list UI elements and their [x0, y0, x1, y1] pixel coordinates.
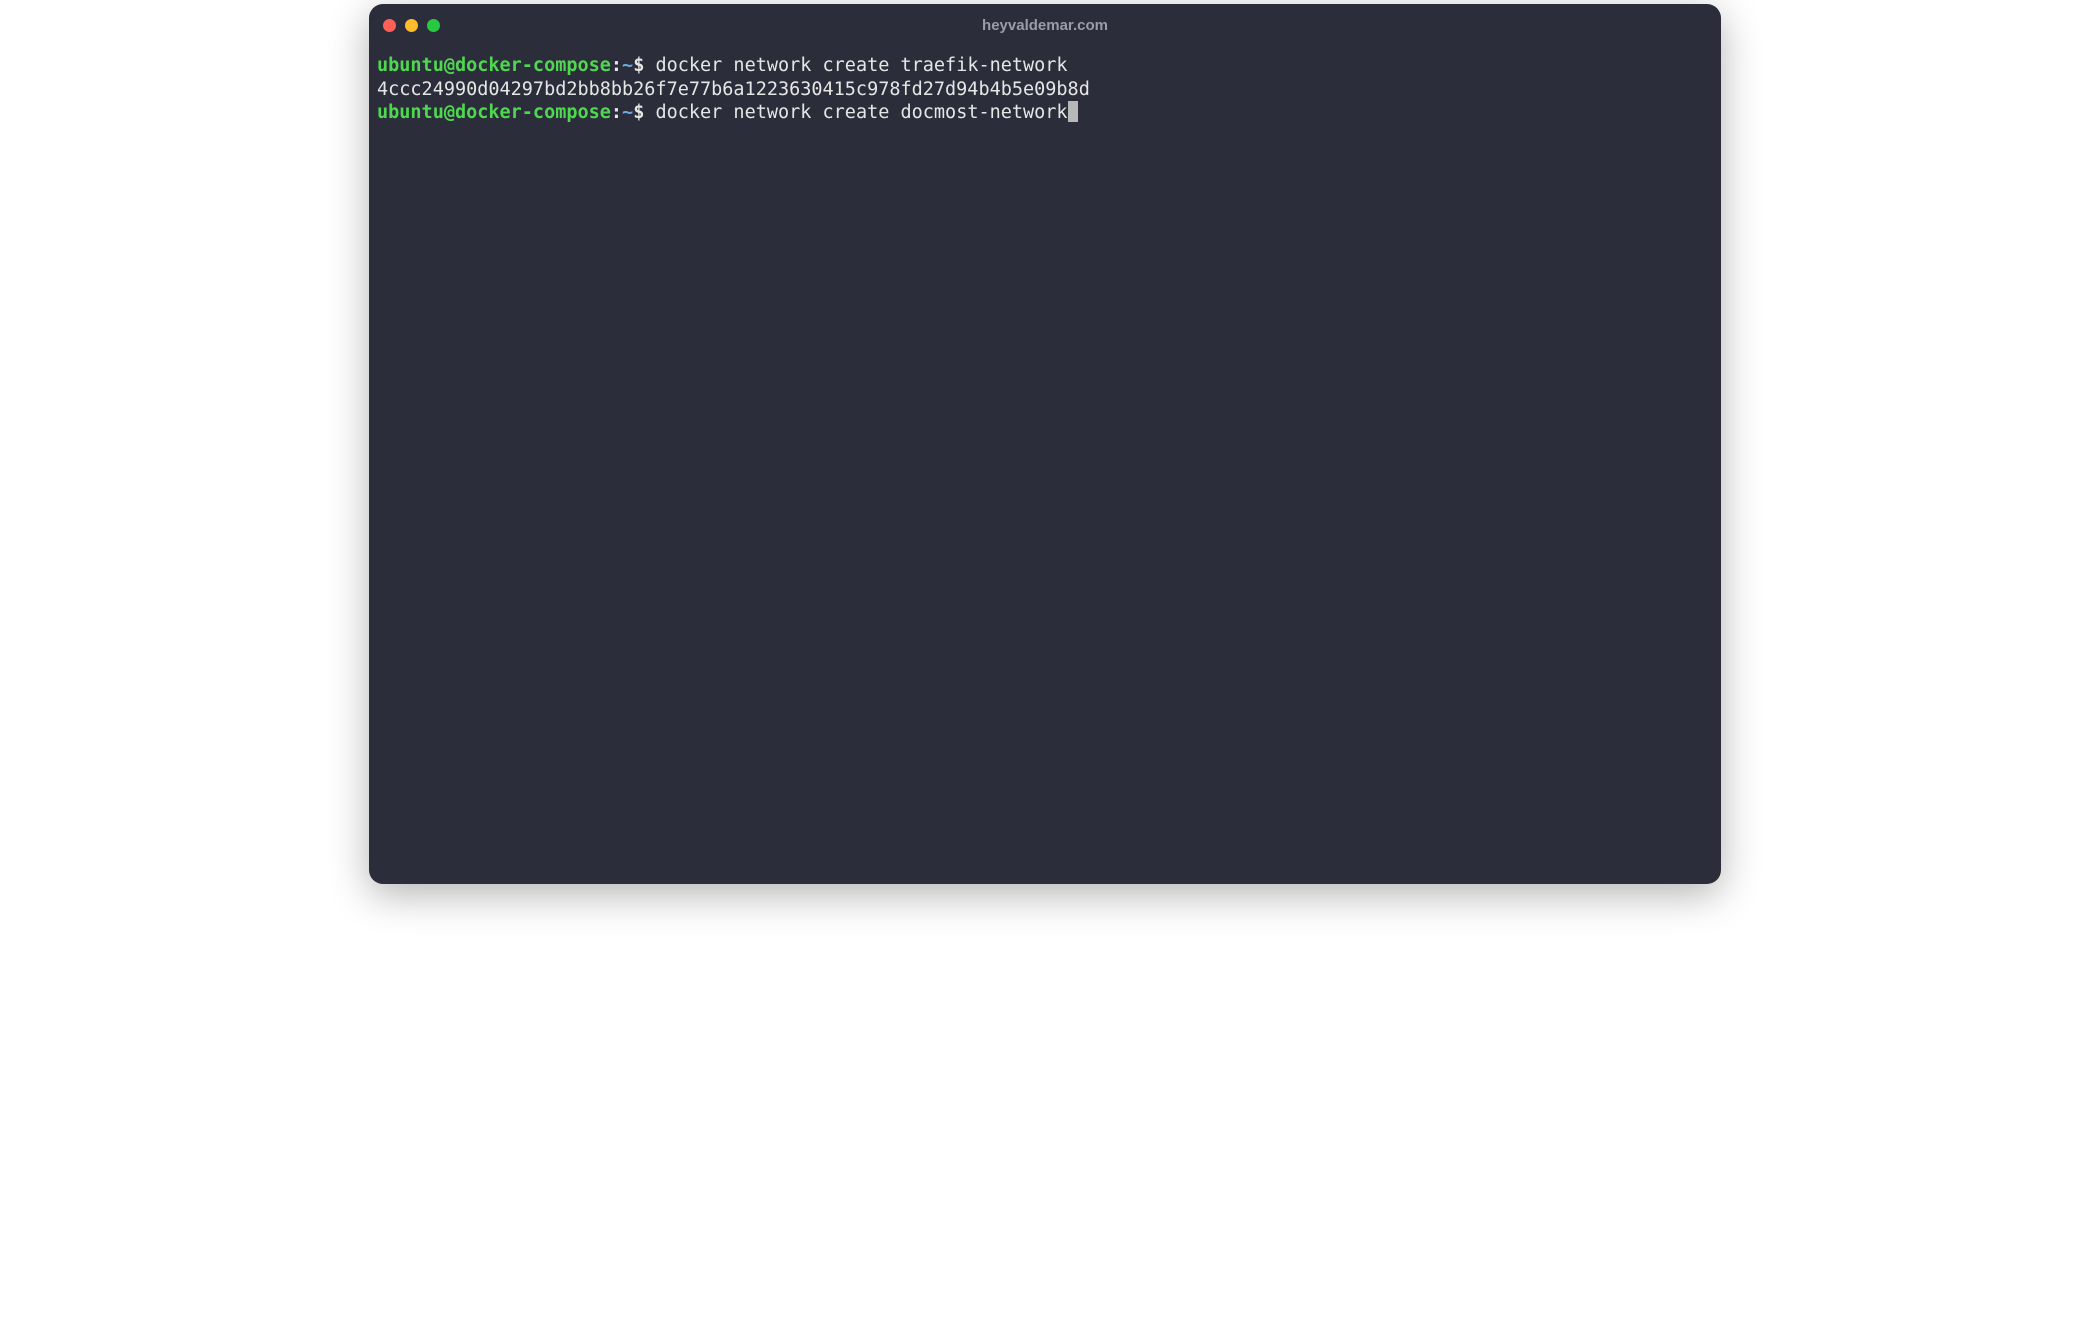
- prompt-dollar: $: [633, 102, 644, 123]
- prompt-path: ~: [622, 55, 633, 76]
- prompt-user: ubuntu: [377, 102, 444, 123]
- command-text: docker network create docmost-network: [644, 102, 1067, 123]
- window-title: heyvaldemar.com: [982, 17, 1108, 34]
- prompt-host: docker-compose: [455, 55, 611, 76]
- terminal-window: heyvaldemar.com ubuntu@docker-compose:~$…: [369, 4, 1721, 884]
- prompt-host: docker-compose: [455, 102, 611, 123]
- prompt-colon: :: [611, 102, 622, 123]
- prompt-at: @: [444, 102, 455, 123]
- prompt-colon: :: [611, 55, 622, 76]
- minimize-button[interactable]: [405, 19, 418, 32]
- command-text: docker network create traefik-network: [644, 55, 1067, 76]
- terminal-line-2: 4ccc24990d04297bd2bb8bb26f7e77b6a1223630…: [377, 78, 1713, 102]
- maximize-button[interactable]: [427, 19, 440, 32]
- close-button[interactable]: [383, 19, 396, 32]
- terminal-body[interactable]: ubuntu@docker-compose:~$ docker network …: [369, 46, 1721, 884]
- prompt-at: @: [444, 55, 455, 76]
- title-bar: heyvaldemar.com: [369, 4, 1721, 46]
- terminal-line-1: ubuntu@docker-compose:~$ docker network …: [377, 54, 1713, 78]
- traffic-lights: [383, 19, 440, 32]
- prompt-user: ubuntu: [377, 55, 444, 76]
- prompt-dollar: $: [633, 55, 644, 76]
- cursor: [1068, 101, 1078, 122]
- prompt-path: ~: [622, 102, 633, 123]
- terminal-line-3: ubuntu@docker-compose:~$ docker network …: [377, 101, 1713, 125]
